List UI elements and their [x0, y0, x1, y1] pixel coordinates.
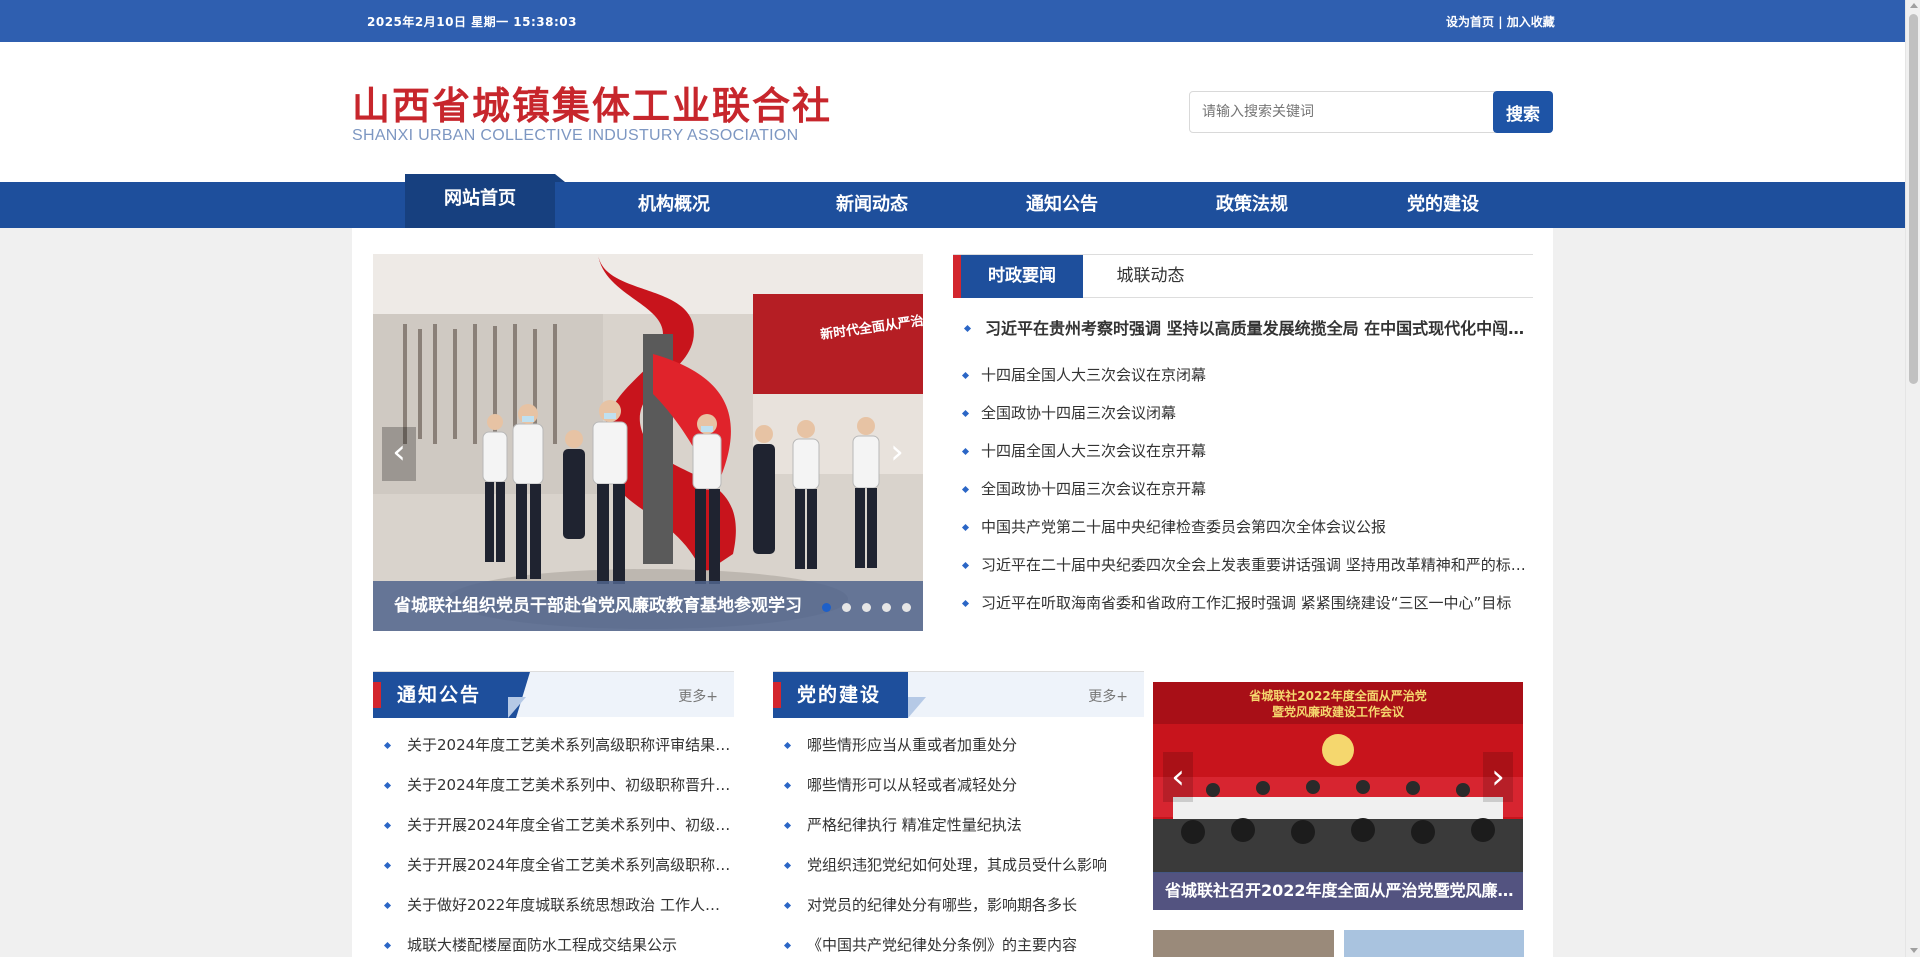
party-emblem-icon — [1322, 734, 1354, 766]
nav-about[interactable]: 机构概况 — [599, 182, 749, 228]
list-item[interactable]: 中国共产党第二十届中央纪律检查委员会第四次全体会议公报 — [953, 508, 1533, 546]
banner-dot[interactable] — [902, 603, 911, 612]
thumbnail-image[interactable] — [1153, 930, 1334, 957]
banner-dot[interactable] — [822, 603, 831, 612]
notice-section-header: 通知公告 更多+ — [373, 671, 734, 718]
list-item[interactable]: 关于开展2024年度全省工艺美术系列中、初级职称评审工作的通知 — [373, 805, 734, 845]
site-logo-subtitle: SHANXI URBAN COLLECTIVE INDUSTURY ASSOCI… — [352, 127, 799, 144]
party-photo-slider[interactable]: 省城联社2022年度全面从严治党 暨党风廉政建设工作会议 ‹ › 省城联社召开2… — [1153, 682, 1523, 910]
nav-home[interactable]: 网站首页 — [405, 174, 565, 228]
party-list: 哪些情形应当从重或者加重处分 哪些情形可以从轻或者减轻处分 严格纪律执行 精准定… — [773, 725, 1144, 957]
top-links: 设为首页 | 加入收藏 — [1446, 13, 1555, 30]
tab-association-news[interactable]: 城联动态 — [1093, 255, 1208, 298]
top-bar: 2025年2月10日 星期一 15:38:03 设为首页 | 加入收藏 — [0, 0, 1905, 42]
chevron-right-icon: › — [1491, 757, 1505, 797]
banner-slider[interactable]: 新时代全面从严治党 ‹ › 省城联社组织党员干部赴省党风廉政教育基地参观学习 — [373, 254, 923, 631]
banner-prev-button[interactable]: ‹ — [382, 427, 416, 481]
notice-section: 通知公告 更多+ 关于2024年度工艺美术系列高级职称评审结果公示 关于2024… — [373, 671, 734, 957]
meeting-banner-line2: 暨党风廉政建设工作会议 — [1272, 704, 1405, 719]
news-headline[interactable]: 习近平在贵州考察时强调 坚持以高质量发展统揽全局 在中国式现代化中闯新路 — [953, 312, 1533, 356]
photo-prev-button[interactable]: ‹ — [1163, 752, 1193, 802]
list-item[interactable]: 十四届全国人大三次会议在京闭幕 — [953, 356, 1533, 394]
scrollbar-thumb[interactable] — [1909, 14, 1918, 384]
party-section-title: 党的建设 — [773, 672, 908, 718]
chevron-left-icon: ‹ — [1171, 757, 1185, 797]
list-item[interactable]: 对党员的纪律处分有哪些，影响期各多长 — [773, 885, 1144, 925]
banner-caption-text: 省城联社组织党员干部赴省党风廉政教育基地参观学习 — [394, 596, 802, 616]
banner-dot[interactable] — [882, 603, 891, 612]
thumbnail-image[interactable] — [1344, 930, 1524, 957]
nav-news[interactable]: 新闻动态 — [797, 182, 947, 228]
search-input[interactable] — [1189, 91, 1495, 133]
scroll-down-arrow-icon[interactable] — [1910, 948, 1918, 953]
photo-caption[interactable]: 省城联社召开2022年度全面从严治党暨党风廉政建设工作会议 — [1153, 872, 1523, 910]
news-panel: 时政要闻 城联动态 习近平在贵州考察时强调 坚持以高质量发展统揽全局 在中国式现… — [953, 254, 1533, 612]
list-item[interactable]: 关于2024年度工艺美术系列高级职称评审结果公示 — [373, 725, 734, 765]
list-item[interactable]: 关于2024年度工艺美术系列中、初级职称晋升评审结果公示 — [373, 765, 734, 805]
party-section: 党的建设 更多+ 哪些情形应当从重或者加重处分 哪些情形可以从轻或者减轻处分 严… — [773, 671, 1144, 957]
banner-next-button[interactable]: › — [880, 427, 914, 481]
notice-list: 关于2024年度工艺美术系列高级职称评审结果公示 关于2024年度工艺美术系列中… — [373, 725, 734, 957]
news-tab-bar: 时政要闻 城联动态 — [953, 254, 1533, 298]
party-section-header: 党的建设 更多+ — [773, 671, 1144, 718]
site-logo-title[interactable]: 山西省城镇集体工业联合社 — [352, 75, 832, 130]
main-nav: 网站首页 机构概况 新闻动态 通知公告 政策法规 党的建设 — [0, 174, 1905, 228]
list-item[interactable]: 城联大楼配楼屋面防水工程成交结果公示 — [373, 925, 734, 957]
chevron-left-icon: ‹ — [392, 432, 406, 472]
party-more-link[interactable]: 更多+ — [1088, 686, 1128, 706]
current-datetime: 2025年2月10日 星期一 15:38:03 — [367, 15, 577, 29]
photo-next-button[interactable]: › — [1483, 752, 1513, 802]
set-homepage-link[interactable]: 设为首页 — [1446, 15, 1494, 29]
list-item[interactable]: 《中国共产党纪律处分条例》的主要内容 — [773, 925, 1144, 957]
tab-politics-news[interactable]: 时政要闻 — [961, 255, 1083, 298]
notice-section-title: 通知公告 — [373, 672, 516, 718]
banner-dot[interactable] — [842, 603, 851, 612]
site-header: 山西省城镇集体工业联合社 SHANXI URBAN COLLECTIVE IND… — [0, 42, 1905, 182]
nav-notice[interactable]: 通知公告 — [987, 182, 1137, 228]
chevron-right-icon: › — [890, 432, 904, 472]
nav-policy[interactable]: 政策法规 — [1177, 182, 1327, 228]
scroll-up-arrow-icon[interactable] — [1910, 3, 1918, 8]
page-scrollbar[interactable] — [1905, 0, 1920, 957]
list-item[interactable]: 关于做好2022年度城联系统思想政治 工作人员职称评定工作的通知 — [373, 885, 734, 925]
list-item[interactable]: 习近平在听取海南省委和省政府工作汇报时强调 紧紧围绕建设“三区一中心”目标 — [953, 584, 1533, 622]
list-item[interactable]: 全国政协十四届三次会议闭幕 — [953, 394, 1533, 432]
list-item[interactable]: 关于开展2024年度全省工艺美术系列高级职称评审工作的通知 — [373, 845, 734, 885]
list-item[interactable]: 严格纪律执行 精准定性量纪执法 — [773, 805, 1144, 845]
list-item[interactable]: 全国政协十四届三次会议在京开幕 — [953, 470, 1533, 508]
banner-pagination — [822, 603, 911, 612]
banner-photo: 新时代全面从严治党 — [373, 254, 923, 631]
list-item[interactable]: 哪些情形应当从重或者加重处分 — [773, 725, 1144, 765]
tab-accent-mark — [953, 255, 961, 298]
meeting-banner-line1: 省城联社2022年度全面从严治党 — [1248, 688, 1426, 703]
list-item[interactable]: 十四届全国人大三次会议在京开幕 — [953, 432, 1533, 470]
list-item[interactable]: 哪些情形可以从轻或者减轻处分 — [773, 765, 1144, 805]
notice-more-link[interactable]: 更多+ — [678, 686, 718, 706]
list-item[interactable]: 党组织违犯党纪如何处理，其成员受什么影响 — [773, 845, 1144, 885]
search-button[interactable]: 搜索 — [1493, 91, 1553, 133]
news-list: 习近平在贵州考察时强调 坚持以高质量发展统揽全局 在中国式现代化中闯新路 十四届… — [953, 312, 1533, 622]
banner-dot[interactable] — [862, 603, 871, 612]
list-item[interactable]: 习近平在二十届中央纪委四次全会上发表重要讲话强调 坚持用改革精神和严的标准管党治… — [953, 546, 1533, 584]
add-bookmark-link[interactable]: 加入收藏 — [1507, 15, 1555, 29]
title-tab-shadow — [508, 697, 526, 718]
nav-party[interactable]: 党的建设 — [1368, 182, 1518, 228]
link-separator: | — [1494, 15, 1507, 29]
title-tab-shadow — [908, 697, 926, 718]
